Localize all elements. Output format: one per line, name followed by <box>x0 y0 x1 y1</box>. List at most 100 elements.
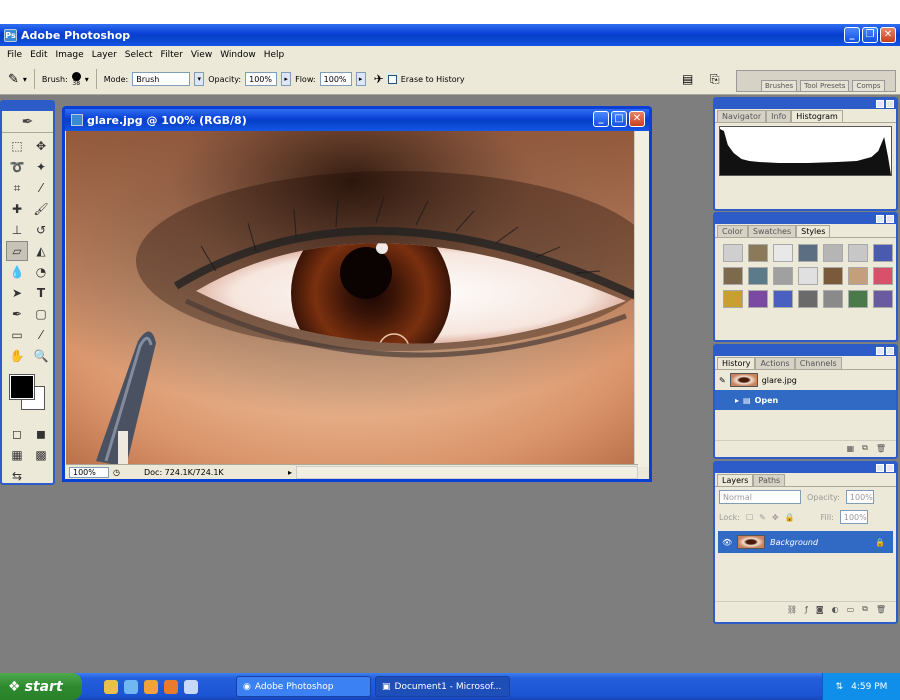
panel-minimize-icon[interactable] <box>876 464 884 472</box>
tab-styles[interactable]: Styles <box>796 225 831 237</box>
quicklaunch-icon-4[interactable] <box>164 679 178 694</box>
tab-actions[interactable]: Actions <box>755 357 795 369</box>
mode-select[interactable]: Brush <box>132 72 191 86</box>
palette-toggle-icon[interactable]: ⎘ <box>710 72 720 87</box>
adjustment-layer-icon[interactable]: ◐ <box>832 605 839 614</box>
history-source-brush-icon[interactable]: ✎ <box>719 376 726 385</box>
dodge-tool-icon[interactable]: ◔ <box>30 262 52 282</box>
photoshop-feather-icon[interactable]: ✒ <box>2 111 53 133</box>
panel-minimize-icon[interactable] <box>876 100 884 108</box>
new-document-icon[interactable]: ▦ <box>847 444 855 453</box>
tab-paths[interactable]: Paths <box>753 474 786 486</box>
tab-color[interactable]: Color <box>717 225 748 237</box>
doc-maximize-button[interactable]: □ <box>611 111 627 127</box>
style-swatch[interactable] <box>748 290 768 308</box>
layer-style-icon[interactable]: ƒ <box>805 605 808 614</box>
history-brush-tool-icon[interactable]: ↺ <box>30 220 52 240</box>
panel-close-icon[interactable] <box>886 215 894 223</box>
screen-mode-icon[interactable]: ▦ <box>6 445 28 465</box>
pen-tool-icon[interactable]: ✒ <box>6 304 28 324</box>
lock-transparency-icon[interactable]: ☐ <box>746 513 753 522</box>
menu-image[interactable]: Image <box>52 50 88 60</box>
tool-preset-arrow-icon[interactable]: ▾ <box>23 75 27 84</box>
fill-field[interactable]: 100% <box>839 510 868 524</box>
new-snapshot-icon[interactable]: ⧉ <box>862 443 868 453</box>
panel-close-icon[interactable] <box>886 464 894 472</box>
tab-histogram[interactable]: Histogram <box>791 110 843 122</box>
hand-tool-icon[interactable]: ✋ <box>6 346 28 366</box>
eraser-tool-icon[interactable]: ▱ <box>6 241 28 261</box>
shape-tool-icon[interactable]: ▢ <box>30 304 52 324</box>
style-swatch[interactable] <box>823 244 843 262</box>
style-swatch[interactable] <box>773 244 793 262</box>
menu-window[interactable]: Window <box>216 50 260 60</box>
tab-channels[interactable]: Channels <box>794 357 842 369</box>
new-layer-icon[interactable]: ⧉ <box>862 604 868 614</box>
trash-icon[interactable]: 🗑 <box>876 444 886 453</box>
style-swatch[interactable] <box>773 290 793 308</box>
tray-network-icon[interactable]: ⇅ <box>836 682 844 692</box>
history-snapshot[interactable]: ✎ glare.jpg <box>715 370 896 390</box>
taskbar-word-document[interactable]: ▣ Document1 - Microsof... <box>375 676 510 697</box>
layer-mask-icon[interactable]: ◙ <box>816 605 824 614</box>
minimize-button[interactable]: _ <box>844 27 860 43</box>
quick-mask-icon[interactable]: ◼ <box>30 424 52 444</box>
lock-all-icon[interactable]: 🔒 <box>785 513 795 522</box>
well-tab-comps[interactable]: Comps <box>852 80 885 91</box>
style-swatch[interactable] <box>873 290 893 308</box>
style-swatch[interactable] <box>848 244 868 262</box>
style-swatch[interactable] <box>748 244 768 262</box>
history-state-open[interactable]: ▸ ▤ Open <box>715 390 896 410</box>
airbrush-icon[interactable]: ✈ <box>374 72 384 86</box>
status-arrow-icon[interactable]: ▸ <box>288 468 292 477</box>
style-swatch[interactable] <box>798 290 818 308</box>
menu-help[interactable]: Help <box>260 50 289 60</box>
menu-file[interactable]: File <box>3 50 26 60</box>
mode-dropdown-icon[interactable]: ▾ <box>194 72 205 86</box>
blur-tool-icon[interactable]: 💧 <box>6 262 28 282</box>
panel-title-bar[interactable] <box>715 346 896 356</box>
quicklaunch-icon-3[interactable] <box>144 679 158 694</box>
panel-minimize-icon[interactable] <box>876 347 884 355</box>
style-swatch[interactable] <box>798 244 818 262</box>
start-button[interactable]: ❖ start <box>0 673 82 700</box>
crop-tool-icon[interactable]: ⌗ <box>6 178 28 198</box>
move-tool-icon[interactable]: ✥ <box>30 136 52 156</box>
lock-pixels-icon[interactable]: ✎ <box>759 513 766 522</box>
zoom-field[interactable]: 100% <box>69 466 109 478</box>
zoom-tool-icon[interactable]: 🔍 <box>30 346 52 366</box>
standard-mode-icon[interactable]: ◻ <box>6 424 28 444</box>
style-swatch[interactable] <box>873 244 893 262</box>
layer-row-background[interactable]: 👁 Background 🔒 <box>718 531 893 553</box>
flow-slider-arrow-icon[interactable]: ▸ <box>355 72 366 86</box>
vertical-scrollbar[interactable] <box>634 131 649 467</box>
menu-view[interactable]: View <box>187 50 216 60</box>
paint-bucket-tool-icon[interactable]: ◭ <box>30 241 52 261</box>
visibility-eye-icon[interactable]: 👁 <box>722 538 732 547</box>
layer-opacity-field[interactable]: 100% <box>845 490 874 504</box>
taskbar-photoshop[interactable]: ◉ Adobe Photoshop <box>236 676 371 697</box>
doc-close-button[interactable]: ✕ <box>629 111 645 127</box>
document-title-bar[interactable]: glare.jpg @ 100% (RGB/8) _ □ ✕ <box>65 109 649 131</box>
link-layers-icon[interactable]: ⛓ <box>787 605 797 614</box>
opacity-field[interactable]: 100% <box>245 72 278 86</box>
imageready-jump-icon[interactable]: ⇆ <box>6 466 28 486</box>
opacity-slider-arrow-icon[interactable]: ▸ <box>281 72 292 86</box>
type-tool-icon[interactable]: T <box>30 283 52 303</box>
close-button[interactable]: ✕ <box>880 27 896 43</box>
quicklaunch-icon-2[interactable] <box>124 679 138 694</box>
new-group-icon[interactable]: ▭ <box>847 605 855 614</box>
panel-title-bar[interactable] <box>715 214 896 224</box>
erase-history-checkbox[interactable] <box>387 74 397 84</box>
style-swatch[interactable] <box>848 290 868 308</box>
style-swatch[interactable] <box>773 267 793 285</box>
history-brush-tool-icon[interactable]: ✎ <box>8 72 19 87</box>
toolbox-title-bar[interactable] <box>2 102 53 111</box>
lasso-tool-icon[interactable]: ➰ <box>6 157 28 177</box>
path-selection-tool-icon[interactable]: ➤ <box>6 283 28 303</box>
style-swatch[interactable] <box>723 290 743 308</box>
style-swatch[interactable] <box>723 267 743 285</box>
tab-layers[interactable]: Layers <box>717 474 754 486</box>
style-swatch[interactable] <box>873 267 893 285</box>
menu-select[interactable]: Select <box>121 50 157 60</box>
